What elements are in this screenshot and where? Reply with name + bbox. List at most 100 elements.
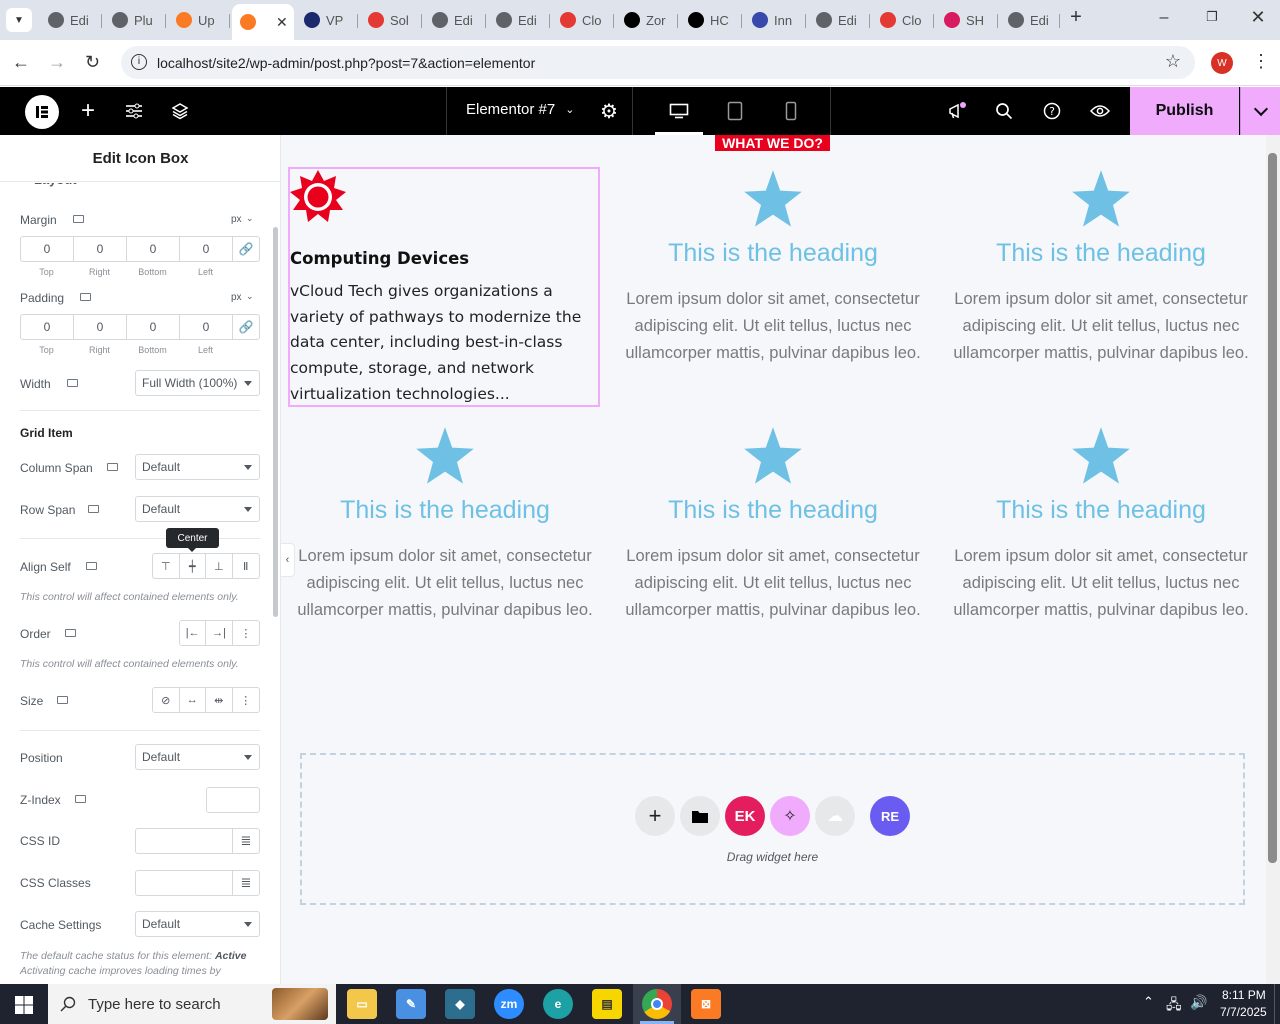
close-window-button[interactable]: ✕ [1246,7,1270,29]
responsive-desktop-icon[interactable] [67,379,78,387]
search-icon[interactable] [980,87,1028,135]
responsive-desktop-icon[interactable] [86,562,97,570]
dynamic-tags-icon[interactable]: ≣ [232,828,260,854]
bookmark-star-icon[interactable]: ☆ [1165,51,1181,72]
responsive-desktop-icon[interactable] [107,463,118,471]
size-shrink-icon[interactable]: ⇹ [206,688,233,712]
ai-sparkle-icon[interactable]: ✧ [770,796,810,836]
browser-tab[interactable]: VP [296,6,358,34]
responsive-desktop-icon[interactable] [75,795,86,803]
address-bar[interactable]: i localhost/site2/wp-admin/post.php?post… [121,46,1195,79]
reload-icon[interactable]: ↻ [85,52,100,73]
browser-tab[interactable]: Plu [104,6,166,34]
browser-tab[interactable]: SH [936,6,998,34]
browser-tab[interactable]: Edi [40,6,102,34]
browser-tab[interactable]: Inn [744,6,806,34]
restore-button[interactable]: ❐ [1200,9,1224,29]
canvas-scrollbar[interactable] [1266,135,1280,984]
browser-tab[interactable]: Edi [1000,6,1060,34]
order-last-icon[interactable]: →| [206,621,233,645]
icon-box-card[interactable]: This is the heading Lorem ipsum dolor si… [942,169,1260,367]
align-stretch-icon[interactable]: Ⅱ [233,554,259,578]
elementskit-icon[interactable]: EK [725,796,765,836]
network-icon[interactable]: 🖧 [1166,994,1182,1018]
position-select[interactable]: Default [135,744,260,770]
app-diamond-icon[interactable]: ◆ [445,989,475,1019]
align-end-icon[interactable]: ⊥ [206,554,233,578]
zindex-input[interactable] [206,787,260,813]
icon-box-card[interactable]: This is the heading Lorem ipsum dolor si… [614,169,932,367]
responsive-desktop-icon[interactable] [80,293,91,301]
more-options-icon[interactable]: ⋮ [233,688,259,712]
preview-eye-icon[interactable] [1076,87,1124,135]
structure-layers-icon[interactable] [156,87,204,135]
column-span-select[interactable]: Default [135,454,260,480]
profile-avatar[interactable]: W [1211,52,1233,74]
margin-bottom-input[interactable]: 0 [126,236,180,262]
order-first-icon[interactable]: |← [180,621,207,645]
padding-top-input[interactable]: 0 [20,314,74,340]
volume-icon[interactable]: 🔊 [1190,994,1207,1011]
margin-top-input[interactable]: 0 [20,236,74,262]
browser-tab[interactable]: Up [168,6,230,34]
more-options-icon[interactable]: ⋮ [233,621,259,645]
canvas-scrollbar-thumb[interactable] [1268,153,1277,863]
drop-zone[interactable]: + EK ✧ ☁ RE Drag widget here [300,753,1245,905]
notification-center-icon[interactable] [1274,984,1280,1024]
size-none-icon[interactable]: ⊘ [153,688,180,712]
panel-scrollbar[interactable] [273,227,278,617]
clock-date[interactable]: 7/7/2025 [1220,1005,1267,1019]
template-library-folder-icon[interactable] [680,796,720,836]
page-settings-gear-icon[interactable]: ⚙ [585,87,633,135]
xampp-icon[interactable]: ⊠ [691,989,721,1019]
desktop-view-icon[interactable] [655,87,703,135]
royal-elementor-icon[interactable]: RE [870,796,910,836]
tab-search-button[interactable]: ▼ [6,8,32,32]
browser-tab[interactable]: Edi [424,6,486,34]
browser-tab[interactable]: Zor [616,6,678,34]
browser-menu-icon[interactable]: ⋮ [1252,51,1270,72]
paint-app-icon[interactable]: ✎ [396,989,426,1019]
new-tab-button[interactable]: + [1065,6,1087,32]
back-icon[interactable]: ← [12,52,30,73]
help-icon[interactable]: ? [1028,87,1076,135]
row-span-select[interactable]: Default [135,496,260,522]
site-settings-sliders-icon[interactable] [110,87,158,135]
panel-collapse-handle[interactable]: ‹ [281,543,295,577]
margin-left-input[interactable]: 0 [179,236,233,262]
file-explorer-icon[interactable]: ▭ [347,989,377,1019]
responsive-desktop-icon[interactable] [88,505,99,513]
taskbar-search-box[interactable]: Type here to search [48,984,336,1024]
document-title-dropdown[interactable]: Elementor #7 ⌄ [466,101,574,118]
windows-start-icon[interactable] [15,996,33,1019]
browser-tab[interactable]: Clo [872,6,934,34]
icon-box-card[interactable]: This is the heading Lorem ipsum dolor si… [286,426,604,624]
browser-tab[interactable]: Sol [360,6,422,34]
notifications-megaphone-icon[interactable] [933,87,981,135]
browser-tab[interactable]: HC [680,6,742,34]
padding-link-icon[interactable]: 🔗 [232,314,260,340]
zoom-app-icon[interactable]: zm [494,989,524,1019]
publish-options-button[interactable] [1240,87,1280,135]
browser-tab[interactable]: Clo [552,6,614,34]
icon-box-card[interactable]: This is the heading Lorem ipsum dolor si… [614,426,932,624]
kit-robot-icon[interactable]: ☁ [815,796,855,836]
width-select[interactable]: Full Width (100%) [135,370,260,396]
selected-icon-box[interactable]: Computing Devices vCloud Tech gives orga… [288,167,600,407]
forward-icon[interactable]: → [48,52,66,73]
padding-unit-select[interactable]: px [231,292,242,303]
minimize-button[interactable]: – [1152,9,1176,29]
dynamic-tags-icon[interactable]: ≣ [232,870,260,896]
padding-bottom-input[interactable]: 0 [126,314,180,340]
responsive-desktop-icon[interactable] [73,215,84,223]
padding-left-input[interactable]: 0 [179,314,233,340]
add-element-icon[interactable]: + [64,87,112,135]
publish-button[interactable]: Publish [1130,87,1239,135]
browser-tab[interactable]: Edi [808,6,870,34]
margin-link-icon[interactable]: 🔗 [232,236,260,262]
clock-time[interactable]: 8:11 PM [1222,988,1266,1002]
browser-tab[interactable]: Edi [488,6,550,34]
url-text[interactable]: localhost/site2/wp-admin/post.php?post=7… [157,55,535,71]
size-grow-icon[interactable]: ↔ [180,688,206,712]
cache-settings-select[interactable]: Default [135,911,260,937]
